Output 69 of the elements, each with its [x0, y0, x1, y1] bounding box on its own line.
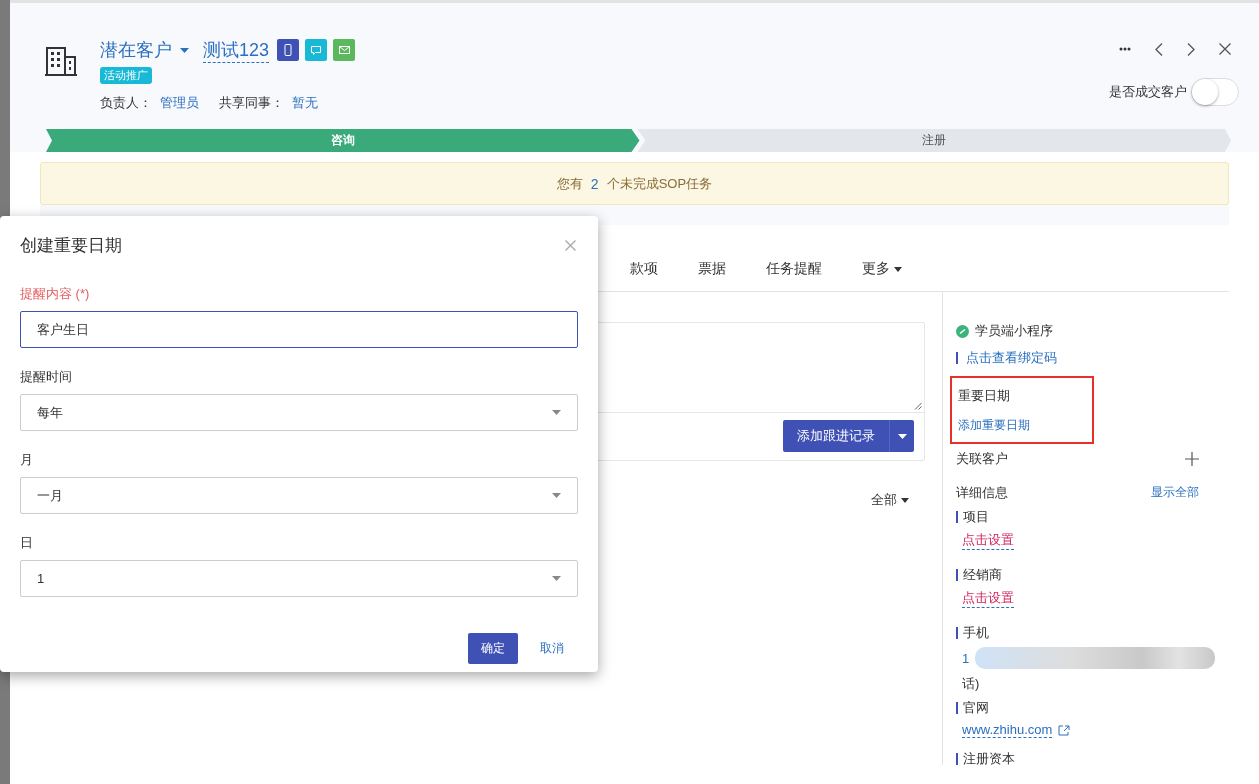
caret-icon [894, 266, 902, 272]
select-field[interactable]: 一月 [20, 477, 578, 514]
add-follow-up-button[interactable]: 添加跟进记录 [783, 420, 889, 452]
field-label: 提醒内容 (*) [20, 285, 91, 303]
tab[interactable]: 款项 [610, 260, 678, 278]
cancel-link[interactable]: 取消 [540, 640, 564, 657]
notice-text: 您有 [556, 174, 583, 193]
source-tag: 活动推广 [100, 67, 152, 84]
tab[interactable]: 任务提醒 [746, 260, 842, 278]
field-label: 日 [20, 534, 34, 552]
field-label: 注册资本 [956, 753, 1229, 765]
stage-step[interactable]: 咨询 [46, 129, 640, 152]
external-link-icon[interactable] [1058, 724, 1071, 736]
section-title: 关联客户 [956, 450, 1008, 468]
phone-button[interactable] [277, 39, 300, 61]
stage-dropdown[interactable]: 潜在客户 [100, 38, 189, 62]
add-date-link[interactable]: 添加重要日期 [958, 417, 1084, 434]
select-field[interactable]: 每年 [20, 394, 578, 431]
caret-icon [552, 576, 561, 581]
previous-icon[interactable] [1155, 42, 1163, 56]
field-label: 官网 [956, 702, 1229, 714]
deal-toggle-label: 是否成交客户 [1109, 83, 1187, 101]
show-all-link[interactable]: 显示全部 [1151, 484, 1199, 502]
next-icon[interactable] [1187, 42, 1195, 56]
field-label: 项目 [956, 511, 1229, 523]
binding-code-link[interactable]: 点击查看绑定码 [956, 352, 1229, 364]
close-icon[interactable] [1219, 43, 1231, 55]
more-icon[interactable] [1119, 47, 1131, 51]
chat-icon [311, 45, 322, 55]
notice-text: 个未完成SOP任务 [606, 174, 713, 193]
deal-toggle[interactable] [1191, 78, 1239, 106]
tab[interactable]: 票据 [678, 260, 746, 278]
link-badge-icon [956, 324, 969, 338]
field-label: 月 [20, 451, 34, 469]
input-field[interactable]: 客户生日 [20, 311, 578, 348]
building-icon [45, 46, 77, 76]
envelope-icon [338, 46, 350, 54]
share-link[interactable]: 暂无 [292, 95, 318, 110]
select-field[interactable]: 1 [20, 560, 578, 597]
website-link[interactable]: www.zhihu.com [962, 722, 1053, 738]
dialog-title: 创建重要日期 [20, 235, 122, 257]
customer-name[interactable]: 测试123 [203, 37, 270, 63]
more-menu[interactable]: 更多 [842, 260, 922, 278]
mini-program-title: 学员端小程序 [975, 322, 1053, 340]
stage-step[interactable]: 注册 [637, 129, 1231, 152]
field-label: 提醒时间 [20, 368, 73, 386]
section-title: 重要日期 [958, 387, 1011, 405]
caret-icon [180, 47, 189, 53]
owner-link[interactable]: 管理员 [160, 95, 199, 110]
task-count-link[interactable]: 2 [590, 175, 599, 192]
set-value-link[interactable]: 点击设置 [962, 589, 1014, 608]
caret-icon [552, 410, 561, 415]
field-label: 手机 [956, 627, 1229, 639]
confirm-button[interactable]: 确定 [468, 633, 518, 664]
set-value-link[interactable]: 点击设置 [962, 531, 1014, 550]
caret-icon [897, 433, 907, 439]
filter-dropdown[interactable]: 全部 [871, 491, 909, 509]
field-label: 经销商 [956, 569, 1229, 581]
owner-label: 负责人： [100, 95, 152, 110]
dropdown-toggle-button[interactable] [889, 420, 914, 452]
share-label: 共享同事： [219, 95, 284, 110]
caret-icon [552, 493, 561, 498]
phone-note: 话) [962, 675, 981, 693]
caret-icon [901, 497, 909, 503]
section-title: 详细信息 [956, 484, 1008, 502]
phone-icon [284, 44, 293, 56]
add-icon[interactable] [1185, 452, 1199, 466]
resize-grip-icon[interactable] [914, 402, 922, 410]
phone-link[interactable]: 1 [962, 650, 970, 666]
